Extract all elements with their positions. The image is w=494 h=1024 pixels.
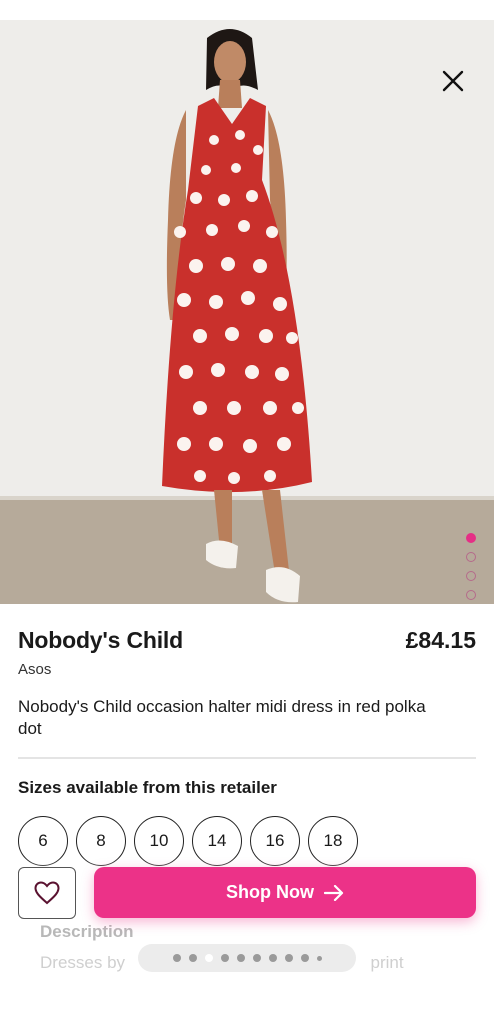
description-body-start: Dresses by [40, 953, 126, 972]
brand-name: Nobody's Child [18, 627, 183, 653]
gallery-dot[interactable] [466, 590, 476, 600]
product-description: Nobody's Child occasion halter midi dres… [18, 697, 426, 738]
page-dot [204, 954, 213, 962]
price: £84.15 [405, 627, 476, 653]
page-dot [316, 955, 322, 961]
heart-icon [34, 881, 60, 905]
page-dot [188, 954, 197, 962]
page-dot [300, 954, 309, 962]
page-dot [268, 954, 277, 962]
page-dot [236, 954, 245, 962]
page-dot [220, 954, 229, 962]
description-heading: Description [40, 922, 134, 941]
favorite-button[interactable] [18, 867, 76, 919]
product-image[interactable] [0, 20, 494, 604]
close-button[interactable] [436, 64, 470, 98]
shop-now-label: Shop Now [226, 882, 314, 902]
description-body-tail: print [370, 953, 404, 972]
arrow-right-icon [324, 884, 344, 901]
close-icon [442, 70, 464, 92]
gallery-dot[interactable] [466, 533, 476, 543]
retailer-name: Asos [18, 661, 52, 678]
page-dot [284, 954, 293, 962]
top-strip [0, 0, 494, 20]
gallery-indicator [466, 533, 476, 600]
page-dot [252, 954, 261, 962]
page-indicator [138, 944, 356, 972]
gallery-dot[interactable] [466, 571, 476, 581]
divider [18, 757, 476, 759]
shop-now-button[interactable]: Shop Now [94, 867, 476, 918]
page-dot [172, 954, 181, 962]
product-photo [0, 20, 494, 604]
sizes-title: Sizes available from this retailer [18, 778, 277, 797]
title-row: Nobody's Child £84.15 [18, 627, 476, 654]
gallery-dot[interactable] [466, 552, 476, 562]
